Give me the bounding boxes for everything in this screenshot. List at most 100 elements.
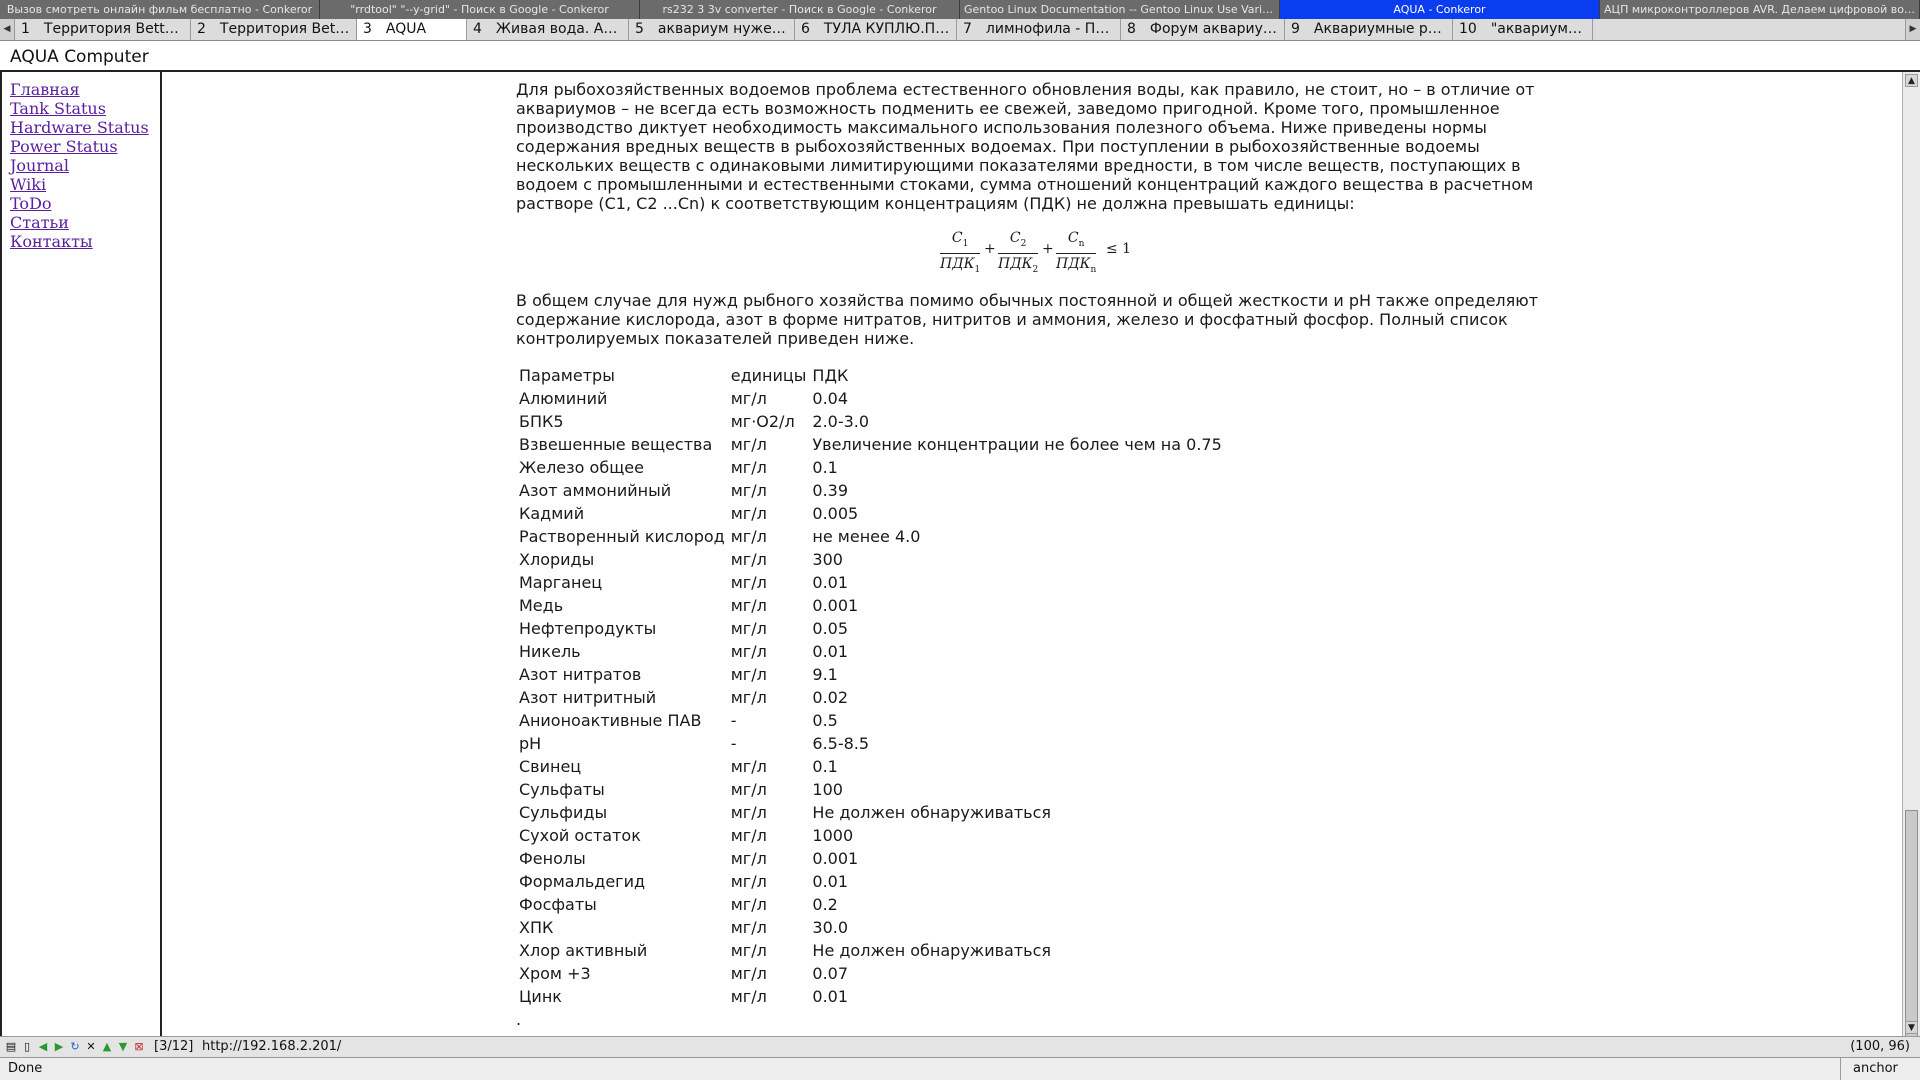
table-cell: -: [730, 734, 737, 753]
table-row: Сухой остаток мг/л 1000: [516, 824, 1225, 847]
table-cell: pH: [519, 734, 542, 753]
buffer-tab-number: 2: [197, 21, 206, 37]
buffer-tab-label: Территория Betta Spl...: [219, 21, 356, 37]
table-cell: не менее 4.0: [812, 527, 921, 546]
table-cell: Азот нитритный: [519, 688, 657, 707]
table-cell: мг/л: [730, 596, 767, 615]
sidebar-link[interactable]: Journal: [10, 156, 160, 175]
back-arrow-icon: ◀: [38, 1040, 48, 1053]
buffer-tab-label: AQUA: [385, 21, 427, 37]
buffer-tab-list: 1 Территория Betta Spl... 2 Территория Bett…: [15, 19, 1905, 40]
current-url: http://192.168.2.201/: [202, 1039, 342, 1054]
status-text: Done: [8, 1061, 43, 1076]
table-cell: Взвешенные вещества: [519, 435, 713, 454]
table-row: Алюминий мг/л 0.04: [516, 387, 1225, 410]
table-cell: мг/л: [730, 757, 767, 776]
scroll-up-icon[interactable]: ▲: [1905, 74, 1918, 87]
window-tab[interactable]: rs232 3 3v converter - Поиск в Google - …: [640, 0, 960, 19]
table-cell: Цинк: [519, 987, 562, 1006]
table-cell: Сухой остаток: [519, 826, 641, 845]
list-intro-paragraph: В общем случае для нужд рыбного хозяйств…: [516, 291, 1539, 348]
sidebar-link[interactable]: Tank Status: [10, 99, 160, 118]
buffer-tab-number: 3: [363, 21, 372, 37]
vertical-scrollbar[interactable]: ▲ ▼: [1902, 72, 1920, 1058]
table-cell: Алюминий: [519, 389, 608, 408]
table-cell: ХПК: [519, 918, 554, 937]
table-cell: Сульфаты: [519, 780, 605, 799]
buffer-tab[interactable]: 6 ТУЛА КУПЛЮ.ПРОДА...: [795, 19, 957, 40]
forward-arrow-icon: ▶: [54, 1040, 64, 1053]
table-cell: Хлориды: [519, 550, 595, 569]
table-row: Фенолы мг/л 0.001: [516, 847, 1225, 870]
table-cell: Не должен обнаруживаться: [812, 803, 1052, 822]
buffer-tab[interactable]: 10 "аквариум" "нит: [1453, 19, 1593, 40]
formula-fraction-n: Cn ПДКn: [1056, 230, 1097, 275]
sidebar-link[interactable]: Главная: [10, 80, 160, 99]
table-row: БПК5 мг·О2/л 2.0-3.0: [516, 410, 1225, 433]
table-cell: мг/л: [730, 619, 767, 638]
table-cell: Формальдегид: [519, 872, 646, 891]
formula-plus: +: [1042, 241, 1054, 257]
window-tab[interactable]: AQUA - Conkeror: [1280, 0, 1600, 19]
table-cell: 0.005: [812, 504, 859, 523]
table-cell: Фосфаты: [519, 895, 597, 914]
buffer-tab[interactable]: 2 Территория Betta Spl...: [191, 19, 357, 40]
down-arrow-icon: ▼: [118, 1040, 128, 1053]
table-cell: 0.01: [812, 872, 849, 891]
formula-fraction-1: C1 ПДК1: [940, 230, 981, 275]
table-row: Взвешенные вещества мг/л Увеличение концен…: [516, 433, 1225, 456]
scroll-down-icon[interactable]: ▼: [1905, 1021, 1918, 1034]
mode-line: ▤ ▯ ◀ ▶ ↻ ✕ ▲ ▼ ⊠ [3/12] http://192.168.…: [0, 1036, 1920, 1058]
buffer-tab[interactable]: 7 лимнофила - Поиск в ...: [957, 19, 1121, 40]
table-cell: 0.001: [812, 596, 859, 615]
scroll-coordinates: (100, 96): [1850, 1039, 1910, 1054]
sidebar-link[interactable]: Статьи: [10, 213, 160, 232]
table-cell: 0.1: [812, 458, 838, 477]
buffer-tab[interactable]: 5 аквариум нужен ли С...: [629, 19, 795, 40]
table-cell: 0.39: [812, 481, 849, 500]
sidebar-link[interactable]: Wiki: [10, 175, 160, 194]
window-tab[interactable]: "rrdtool" "--y-grid" - Поиск в Google - …: [320, 0, 640, 19]
buffer-tab[interactable]: 8 Форум аквариумисто...: [1121, 19, 1285, 40]
status-bar: Done anchor: [0, 1058, 1920, 1080]
buffer-icon: ▤: [5, 1040, 17, 1053]
sidebar-link[interactable]: Power Status: [10, 137, 160, 156]
table-cell: Фенолы: [519, 849, 586, 868]
buffer-tab-label: "аквариум" "нит: [1490, 21, 1593, 37]
buffer-tab[interactable]: 9 Аквариумные растен...: [1285, 19, 1453, 40]
table-cell: 0.04: [812, 389, 849, 408]
table-cell: мг/л: [730, 665, 767, 684]
table-row: Хром +3 мг/л 0.07: [516, 962, 1225, 985]
table-cell: мг/л: [730, 642, 767, 661]
window-tab[interactable]: АЦП микроконтроллеров AVR. Делаем цифров…: [1600, 0, 1920, 19]
table-cell: 0.01: [812, 642, 849, 661]
table-cell: 2.0-3.0: [812, 412, 870, 431]
table-row: pH - 6.5-8.5: [516, 732, 1225, 755]
table-cell: мг/л: [730, 780, 767, 799]
sidebar-link[interactable]: ToDo: [10, 194, 160, 213]
tab-scroll-right-icon[interactable]: ▶: [1905, 19, 1920, 40]
sidebar-link[interactable]: Hardware Status: [10, 118, 160, 137]
table-cell: Марганец: [519, 573, 603, 592]
window-tab[interactable]: Gentoo Linux Documentation -- Gentoo Lin…: [960, 0, 1280, 19]
table-header-row: Параметры единицы ПДК: [516, 364, 1225, 387]
buffer-tab[interactable]: 1 Территория Betta Spl...: [15, 19, 191, 40]
buffer-tab[interactable]: 4 Живая вода. Аквари...: [467, 19, 629, 40]
buffer-tab[interactable]: 3 AQUA: [357, 19, 467, 40]
table-cell: Хром +3: [519, 964, 591, 983]
up-arrow-icon: ▲: [102, 1040, 112, 1053]
table-cell: 0.1: [812, 757, 838, 776]
table-row: ХПК мг/л 30.0: [516, 916, 1225, 939]
table-cell: 0.05: [812, 619, 849, 638]
table-cell: Не должен обнаруживаться: [812, 941, 1052, 960]
buffer-tab-number: 4: [473, 21, 482, 37]
table-cell: Никель: [519, 642, 581, 661]
window-tab[interactable]: Вызов смотреть онлайн фильм бесплатно - …: [0, 0, 320, 19]
buffer-tab-bar: ◀ 1 Территория Betta Spl... 2 Территория Be…: [0, 19, 1920, 41]
table-cell: Анионоактивные ПАВ: [519, 711, 702, 730]
tab-scroll-left-icon[interactable]: ◀: [0, 19, 15, 40]
table-cell: мг/л: [730, 481, 767, 500]
sidebar-link[interactable]: Контакты: [10, 232, 160, 251]
table-row: Формальдегид мг/л 0.01: [516, 870, 1225, 893]
table-cell: Увеличение концентрации не более чем на …: [812, 435, 1222, 454]
